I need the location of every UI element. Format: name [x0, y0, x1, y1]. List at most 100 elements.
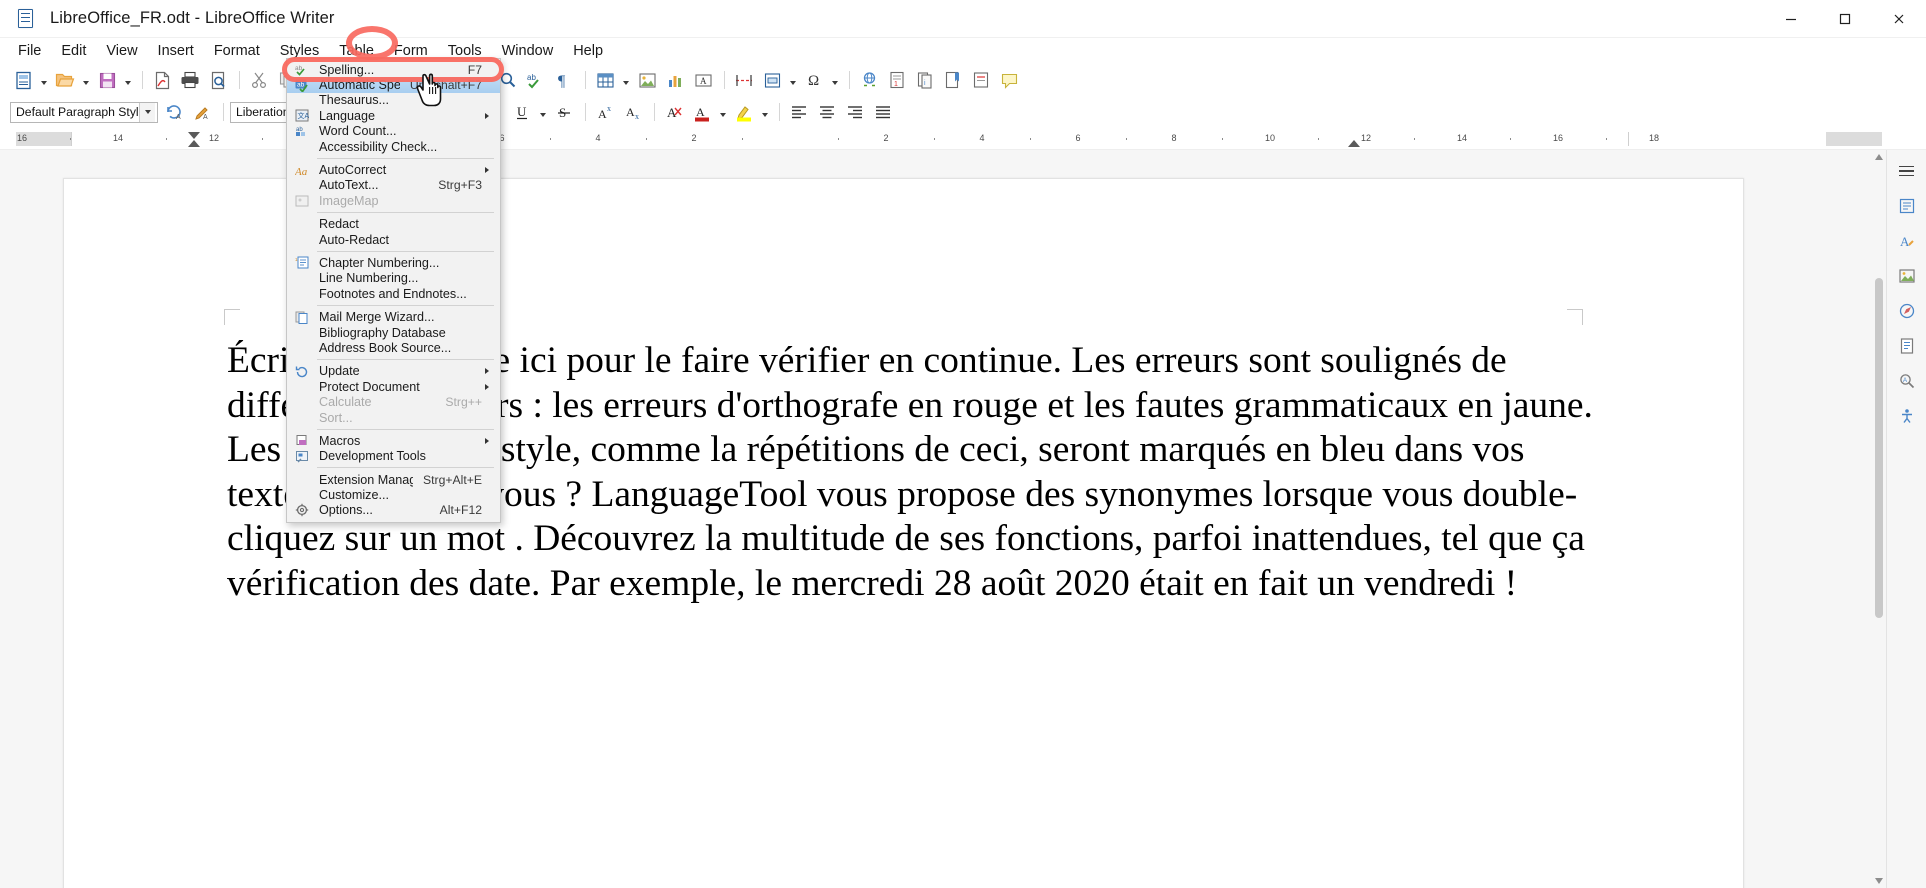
save-dropdown[interactable] — [122, 67, 133, 93]
sidebar-settings-icon[interactable] — [1892, 156, 1922, 186]
styles-icon[interactable]: A — [1892, 226, 1922, 256]
menu-item-chapter-numbering[interactable]: 1 Chapter Numbering... — [287, 255, 500, 270]
menu-item-address-book-source[interactable]: Address Book Source... — [287, 340, 500, 355]
subscript-icon[interactable]: Ax — [620, 99, 646, 125]
save-icon[interactable] — [94, 67, 120, 93]
toolbar-separator — [654, 103, 655, 121]
menu-item-customize[interactable]: Customize... — [287, 487, 500, 502]
menu-item-language[interactable]: 文A Language — [287, 108, 500, 123]
superscript-icon[interactable]: Ax — [592, 99, 618, 125]
scroll-up-arrow[interactable] — [1872, 150, 1886, 164]
font-color-icon[interactable]: A — [689, 99, 715, 125]
insert-table-icon[interactable] — [592, 67, 618, 93]
menu-item-auto-redact[interactable]: Auto-Redact — [287, 232, 500, 247]
menu-window[interactable]: Window — [492, 40, 564, 62]
insert-hyperlink-icon[interactable] — [856, 67, 882, 93]
menu-item-accessibility-check[interactable]: Accessibility Check... — [287, 139, 500, 154]
print-icon[interactable] — [177, 67, 203, 93]
menu-item-mail-merge-wizard[interactable]: Mail Merge Wizard... — [287, 309, 500, 324]
insert-table-dropdown[interactable] — [620, 67, 631, 93]
menu-item-autocorrect[interactable]: Aa AutoCorrect — [287, 162, 500, 177]
align-left-icon[interactable] — [786, 99, 812, 125]
new-document-dropdown[interactable] — [38, 67, 49, 93]
insert-text-box-icon[interactable]: A — [690, 67, 716, 93]
scroll-down-arrow[interactable] — [1872, 874, 1886, 888]
menu-insert[interactable]: Insert — [148, 40, 204, 62]
menu-format[interactable]: Format — [204, 40, 270, 62]
print-preview-icon[interactable] — [205, 67, 231, 93]
highlight-color-icon[interactable] — [731, 99, 757, 125]
menu-edit[interactable]: Edit — [51, 40, 96, 62]
clear-formatting-icon[interactable]: A — [661, 99, 687, 125]
bookmark-icon[interactable] — [940, 67, 966, 93]
menu-item-options[interactable]: Options... Alt+F12 — [287, 503, 500, 518]
page-icon[interactable] — [1892, 331, 1922, 361]
menu-item-label: Thesaurus... — [319, 93, 389, 108]
vertical-scrollbar[interactable] — [1872, 150, 1886, 888]
menu-item-automatic-spell-checking[interactable]: ab Automatic Spell Checking Umschalt+F7 — [287, 77, 500, 93]
minimize-button[interactable] — [1764, 0, 1818, 38]
close-button[interactable] — [1872, 0, 1926, 38]
strikethrough-icon[interactable]: S — [551, 99, 577, 125]
menu-item-autotext[interactable]: AutoText... Strg+F3 — [287, 178, 500, 193]
properties-icon[interactable] — [1892, 191, 1922, 221]
special-character-dropdown[interactable] — [829, 67, 840, 93]
underline-dropdown[interactable] — [537, 99, 548, 125]
navigator-icon[interactable] — [1892, 296, 1922, 326]
open-file-icon[interactable] — [52, 67, 78, 93]
paragraph-style-dropdown-arrow[interactable] — [139, 102, 155, 122]
menu-item-extension-manager[interactable]: Extension Manager... Strg+Alt+E — [287, 472, 500, 487]
justified-icon[interactable] — [870, 99, 896, 125]
endnote-icon[interactable]: i — [912, 67, 938, 93]
comment-icon[interactable] — [996, 67, 1022, 93]
menu-item-development-tools[interactable]: Development Tools — [287, 449, 500, 464]
font-color-dropdown[interactable] — [717, 99, 728, 125]
accessibility-check-icon[interactable] — [1892, 401, 1922, 431]
menu-item-thesaurus[interactable]: Thesaurus... — [287, 93, 500, 108]
page-break-icon[interactable] — [731, 67, 757, 93]
align-right-icon[interactable] — [842, 99, 868, 125]
insert-field-dropdown[interactable] — [787, 67, 798, 93]
formatting-marks-icon[interactable]: ¶ — [551, 67, 577, 93]
underline-icon[interactable]: U — [509, 99, 535, 125]
scrollbar-thumb[interactable] — [1875, 278, 1883, 618]
footnote-icon[interactable]: 1 — [884, 67, 910, 93]
menu-item-update[interactable]: Update — [287, 364, 500, 379]
cut-icon[interactable] — [246, 67, 272, 93]
insert-field-icon[interactable] — [759, 67, 785, 93]
maximize-button[interactable] — [1818, 0, 1872, 38]
menu-item-protect-document[interactable]: Protect Document — [287, 379, 500, 394]
menu-item-redact[interactable]: Redact — [287, 217, 500, 232]
highlight-color-dropdown[interactable] — [759, 99, 770, 125]
align-center-icon[interactable] — [814, 99, 840, 125]
menu-help[interactable]: Help — [563, 40, 613, 62]
menu-item-footnotes-and-endnotes[interactable]: Footnotes and Endnotes... — [287, 286, 500, 301]
style-inspector-icon[interactable]: A — [1892, 366, 1922, 396]
paragraph-style-combo[interactable]: Default Paragraph Style — [10, 101, 158, 123]
menu-item-word-count[interactable]: ab Word Count... — [287, 124, 500, 139]
new-style-icon[interactable]: A — [189, 99, 215, 125]
sidebar: A A — [1886, 150, 1926, 888]
menu-item-line-numbering[interactable]: Line Numbering... — [287, 271, 500, 286]
first-line-indent-marker[interactable] — [188, 132, 200, 139]
export-pdf-icon[interactable] — [149, 67, 175, 93]
menu-view[interactable]: View — [96, 40, 147, 62]
new-document-icon[interactable] — [10, 67, 36, 93]
insert-chart-icon[interactable] — [662, 67, 688, 93]
tools-menu-dropdown[interactable]: ab Spelling... F7 ab Automatic Spell Che… — [286, 58, 501, 524]
menu-item-macros[interactable]: Macros — [287, 433, 500, 448]
left-indent-marker[interactable] — [188, 140, 200, 147]
update-style-icon[interactable]: A — [161, 99, 187, 125]
cross-reference-icon[interactable] — [968, 67, 994, 93]
svg-text:A: A — [1900, 234, 1910, 249]
right-indent-marker[interactable] — [1348, 140, 1360, 147]
menu-item-label: Macros — [319, 433, 361, 448]
insert-image-icon[interactable] — [634, 67, 660, 93]
special-character-icon[interactable]: Ω — [801, 67, 827, 93]
gallery-icon[interactable] — [1892, 261, 1922, 291]
spelling-icon[interactable]: ab — [523, 67, 549, 93]
menu-item-bibliography-database[interactable]: Bibliography Database — [287, 325, 500, 340]
menu-item-spelling[interactable]: ab Spelling... F7 — [287, 62, 500, 77]
menu-file[interactable]: File — [8, 40, 51, 62]
open-file-dropdown[interactable] — [80, 67, 91, 93]
